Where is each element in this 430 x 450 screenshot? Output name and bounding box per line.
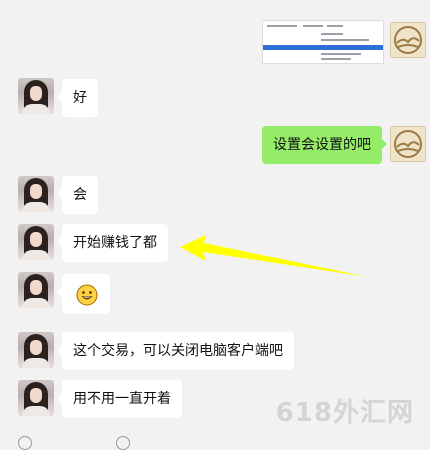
contact-avatar[interactable] (18, 272, 54, 308)
grinning-face-icon (76, 284, 98, 306)
watermark: 618外汇网 (275, 398, 414, 428)
bottom-control-icon[interactable] (18, 436, 32, 450)
contact-avatar[interactable] (18, 78, 54, 114)
message-bubble[interactable]: 用不用一直开着 (57, 380, 182, 418)
contact-avatar[interactable] (18, 176, 54, 212)
message-bubble[interactable]: 会 (57, 176, 98, 214)
bottom-control-icon[interactable] (116, 436, 130, 450)
self-avatar[interactable] (390, 22, 426, 58)
message-bubble[interactable]: 开始赚钱了都 (57, 224, 168, 262)
image-message-screenshot[interactable] (262, 20, 384, 64)
annotation-arrow-icon (180, 235, 368, 277)
contact-avatar[interactable] (18, 380, 54, 416)
message-bubble[interactable]: 这个交易，可以关闭电脑客户端吧 (57, 332, 294, 370)
contact-avatar[interactable] (18, 224, 54, 260)
contact-avatar[interactable] (18, 332, 54, 368)
message-bubble-self[interactable]: 设置会设置的吧 (262, 126, 387, 164)
self-avatar[interactable] (390, 126, 426, 162)
chat-view: 好 设置会设置的吧 会 开始赚钱了都 这个交易，可以关闭电脑客户端吧 用不用一直 (0, 0, 430, 450)
message-bubble[interactable]: 好 (57, 79, 98, 117)
